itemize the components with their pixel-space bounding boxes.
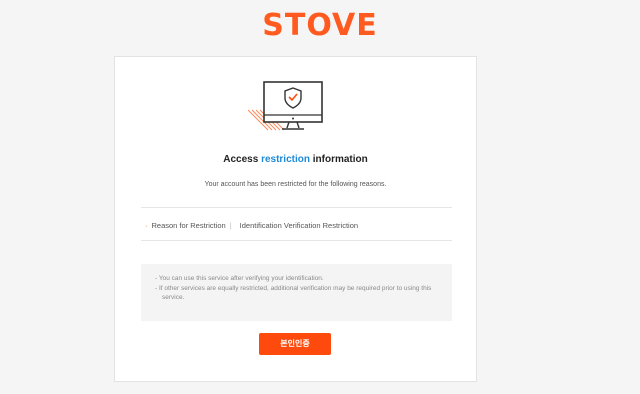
reason-label: Reason for Restriction xyxy=(151,221,226,230)
bullet-dot-icon: · xyxy=(145,221,148,230)
reason-section: · Reason for Restriction | Identification V… xyxy=(141,207,452,241)
title-highlight: restriction xyxy=(261,154,310,165)
identity-verification-button[interactable]: 본인인증 xyxy=(259,333,331,355)
notice-line: - If other services are equally restrict… xyxy=(155,284,432,302)
restriction-card: Access restriction information Your acco… xyxy=(114,56,477,382)
page-title: Access restriction information xyxy=(115,154,476,165)
stove-logo: STOVE xyxy=(262,8,378,43)
reason-row: · Reason for Restriction | Identification V… xyxy=(145,221,358,230)
notice-box: - You can use this service after verifyi… xyxy=(141,264,452,321)
title-suffix: information xyxy=(309,154,368,165)
reason-separator: | xyxy=(229,221,232,230)
title-prefix: Access xyxy=(223,154,262,165)
monitor-shield-check-icon xyxy=(248,81,323,131)
page-subtitle: Your account has been restricted for the… xyxy=(204,181,387,188)
reason-value: Identification Verification Restriction xyxy=(239,221,359,230)
notice-line: - You can use this service after verifyi… xyxy=(155,275,324,282)
